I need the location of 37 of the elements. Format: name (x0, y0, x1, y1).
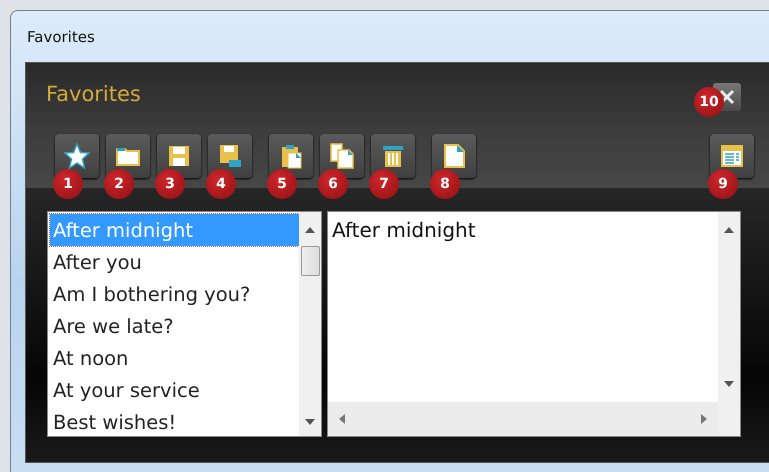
text-area[interactable]: After midnight (327, 211, 741, 437)
toolbar-button[interactable] (208, 134, 252, 178)
toolbar-button[interactable] (320, 134, 364, 178)
list-item[interactable]: At your service (50, 374, 299, 406)
list-item[interactable]: Are we late? (50, 310, 299, 342)
copy-icon (329, 143, 355, 169)
toolbar-button[interactable] (106, 134, 150, 178)
scroll-right-icon[interactable] (700, 413, 708, 425)
list-item[interactable]: At noon (50, 342, 299, 374)
scroll-up-icon[interactable] (723, 226, 735, 234)
star-icon (64, 143, 90, 169)
scrollbar[interactable] (299, 212, 321, 436)
scroll-down-icon[interactable] (304, 418, 316, 426)
list-item[interactable]: Best wishes! (50, 406, 299, 438)
toolbar-button[interactable] (269, 134, 313, 178)
close-icon (719, 89, 735, 105)
toolbar-button[interactable] (157, 134, 201, 178)
scroll-left-icon[interactable] (338, 413, 346, 425)
list-item[interactable]: After you (50, 246, 299, 278)
toolbar-button[interactable] (710, 134, 754, 178)
favorites-list[interactable]: After midnight After you Am I bothering you? Are we late? At noon At your service Best wishes! (47, 211, 322, 437)
scroll-down-icon[interactable] (723, 380, 735, 388)
trash-icon (380, 143, 406, 169)
text-value: After midnight (332, 218, 476, 242)
toolbar-button[interactable] (432, 134, 476, 178)
document-icon (441, 143, 467, 169)
floppy-disk-icon (217, 143, 243, 169)
scrollbar[interactable] (328, 402, 718, 436)
list-view-icon (719, 143, 745, 169)
list-item[interactable]: Am I bothering you? (50, 278, 299, 310)
toolbar-button[interactable] (371, 134, 415, 178)
panel-title: Favorites (46, 82, 141, 106)
window-title: Favorites (27, 28, 95, 46)
scroll-up-icon[interactable] (304, 226, 316, 234)
number-badge: 10 (694, 87, 724, 117)
toolbar-button[interactable] (55, 134, 99, 178)
scrollbar-thumb[interactable] (300, 246, 320, 276)
